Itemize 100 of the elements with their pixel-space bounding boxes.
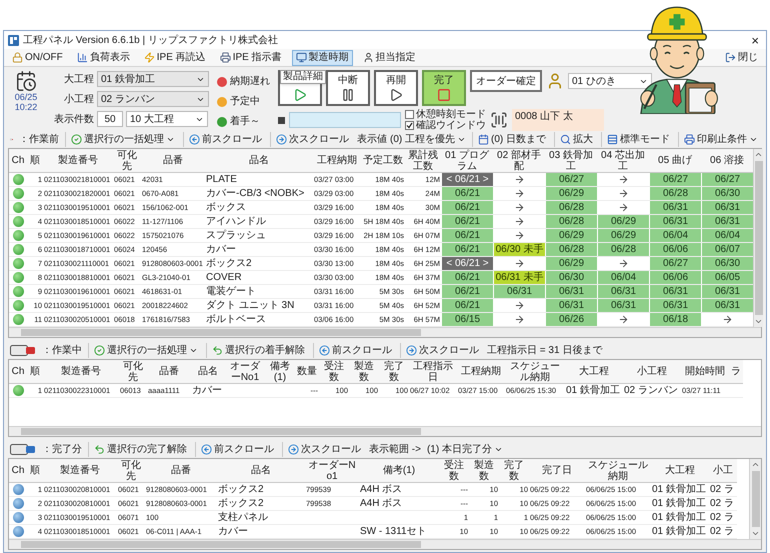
dropdown-field[interactable]: 01 鉄骨加工: [97, 71, 209, 87]
checkbox-box[interactable]: [405, 121, 414, 130]
toolbar-button[interactable]: 前スクロール: [183, 132, 264, 147]
step-cell[interactable]: 06/31: [701, 215, 753, 228]
step-cell[interactable]: 06/18: [649, 313, 701, 326]
column-header[interactable]: 受注数: [319, 360, 349, 383]
column-header[interactable]: 完了数: [379, 360, 409, 383]
column-header[interactable]: 製造数: [469, 459, 499, 482]
column-header[interactable]: 01 プログラム: [441, 149, 493, 172]
step-cell[interactable]: 06/27: [545, 173, 597, 186]
scroll-up-icon[interactable]: [754, 150, 763, 159]
dropdown-field[interactable]: 01 ひのき: [568, 73, 652, 89]
step-cell[interactable]: 06/04: [597, 271, 649, 284]
toolbar-button[interactable]: (0) 日数まで: [472, 132, 548, 147]
scrollbar[interactable]: [749, 459, 761, 539]
column-header[interactable]: Ch: [9, 360, 27, 383]
step-cell[interactable]: 06/21: [441, 201, 493, 214]
toolbar-button[interactable]: IPE 指示書: [216, 50, 286, 66]
step-cell[interactable]: 06/04: [649, 229, 701, 242]
step-cell[interactable]: 06/30: [701, 187, 753, 200]
column-header[interactable]: 工程指示日: [409, 360, 457, 383]
step-cell[interactable]: 06/30 未手: [493, 243, 545, 256]
step-cell[interactable]: 06/31 未手: [493, 271, 545, 284]
column-header[interactable]: スケジュール納期: [505, 360, 565, 383]
column-header[interactable]: 順: [27, 149, 43, 172]
column-header[interactable]: 可化先: [117, 459, 145, 482]
step-cell[interactable]: 06/31: [545, 299, 597, 312]
step-cell[interactable]: 06/31: [649, 215, 701, 228]
column-header[interactable]: 品名: [205, 149, 313, 172]
column-header[interactable]: 品名: [217, 459, 305, 482]
step-cell[interactable]: 06/31: [597, 285, 649, 298]
step-cell[interactable]: < 06/21 >: [441, 173, 493, 186]
step-cell[interactable]: 06/31: [701, 201, 753, 214]
step-cell[interactable]: 06/29: [545, 187, 597, 200]
checkbox[interactable]: 休憩時刻モード: [405, 109, 486, 120]
step-cell[interactable]: 06/15: [441, 313, 493, 326]
input-field[interactable]: [289, 112, 401, 128]
toolbar-text[interactable]: 表示値 (0) 工程を優先: [357, 132, 466, 147]
step-cell[interactable]: 06/21: [441, 215, 493, 228]
confirm-button[interactable]: オーダー確定: [470, 70, 542, 92]
dropdown-field[interactable]: 10 大工程: [126, 111, 208, 127]
step-cell[interactable]: 06/28: [545, 201, 597, 214]
step-cell[interactable]: 06/28: [649, 187, 701, 200]
step-cell[interactable]: 06/28: [597, 243, 649, 256]
column-header[interactable]: スケジュール納期: [585, 459, 651, 482]
column-header[interactable]: 累計残工数: [405, 149, 441, 172]
column-header[interactable]: 工程納期: [313, 149, 361, 172]
column-header[interactable]: オーダーNo1: [225, 360, 265, 383]
toolbar-button[interactable]: 拡大: [554, 132, 595, 147]
toolbar-button[interactable]: 前スクロール: [195, 442, 276, 457]
toolbar-button[interactable]: 選択行の一括処理: [65, 132, 178, 147]
step-cell[interactable]: 06/30: [545, 271, 597, 284]
step-cell[interactable]: 06/21: [441, 285, 493, 298]
step-cell[interactable]: 06/27: [701, 173, 753, 186]
step-cell[interactable]: 06/31: [597, 299, 649, 312]
column-header[interactable]: オーダーNo1: [305, 459, 359, 482]
column-header[interactable]: 製造数: [349, 360, 379, 383]
scrollbar-thumb[interactable]: [21, 428, 422, 435]
toolbar-button[interactable]: 印刷止条件: [678, 132, 760, 147]
step-cell[interactable]: 06/29: [597, 215, 649, 228]
column-header[interactable]: Ch: [9, 149, 27, 172]
column-header[interactable]: 受注数: [439, 459, 469, 482]
step-cell[interactable]: 06/27: [649, 173, 701, 186]
column-header[interactable]: 品番: [141, 149, 205, 172]
step-cell[interactable]: 06/29: [597, 229, 649, 242]
column-header[interactable]: Ch: [9, 459, 27, 482]
scrollbar-thumb[interactable]: [21, 541, 422, 548]
step-cell[interactable]: 06/21: [441, 299, 493, 312]
step-cell[interactable]: 06/26: [545, 313, 597, 326]
column-header[interactable]: 完了日: [529, 459, 585, 482]
step-cell[interactable]: 06/06: [649, 243, 701, 256]
step-cell[interactable]: 06/31: [701, 299, 753, 312]
step-cell[interactable]: 06/31: [493, 285, 545, 298]
column-header[interactable]: 可化先: [113, 149, 141, 172]
toolbar-button[interactable]: IPE 再読込: [140, 50, 210, 66]
toolbar-button[interactable]: 前スクロール: [313, 343, 394, 358]
step-cell[interactable]: 06/21: [441, 187, 493, 200]
dropdown-field[interactable]: 02 ランバン: [97, 91, 209, 107]
toolbar-button[interactable]: 選択行の着手解除: [206, 343, 307, 358]
step-cell[interactable]: 06/28: [545, 215, 597, 228]
toolbar-button[interactable]: 選択行の一括処理: [88, 343, 200, 358]
step-cell[interactable]: 06/04: [701, 229, 753, 242]
toolbar-button[interactable]: ON/OFF: [8, 50, 67, 66]
toolbar-button[interactable]: 閉じ: [721, 50, 762, 66]
toolbar-button[interactable]: 選択行の完了解除: [88, 442, 189, 457]
step-cell[interactable]: 06/31: [649, 201, 701, 214]
step-cell[interactable]: 06/31: [649, 299, 701, 312]
column-header[interactable]: 完了数: [499, 459, 529, 482]
action-button[interactable]: 再開: [374, 70, 418, 106]
scroll-up-icon[interactable]: [751, 460, 760, 469]
column-header[interactable]: 順: [27, 360, 43, 383]
column-header[interactable]: 品名: [191, 360, 225, 383]
column-header[interactable]: 品番: [147, 360, 191, 383]
column-header[interactable]: 製造番号: [43, 459, 117, 482]
column-header[interactable]: 02 部材手配: [493, 149, 545, 172]
column-header[interactable]: ラ: [729, 360, 743, 383]
scrollbar-thumb[interactable]: [752, 471, 760, 527]
step-cell[interactable]: 06/21: [441, 229, 493, 242]
toolbar-button[interactable]: 製造時期: [292, 50, 353, 66]
toolbar-button[interactable]: 次スクロール: [282, 442, 363, 457]
